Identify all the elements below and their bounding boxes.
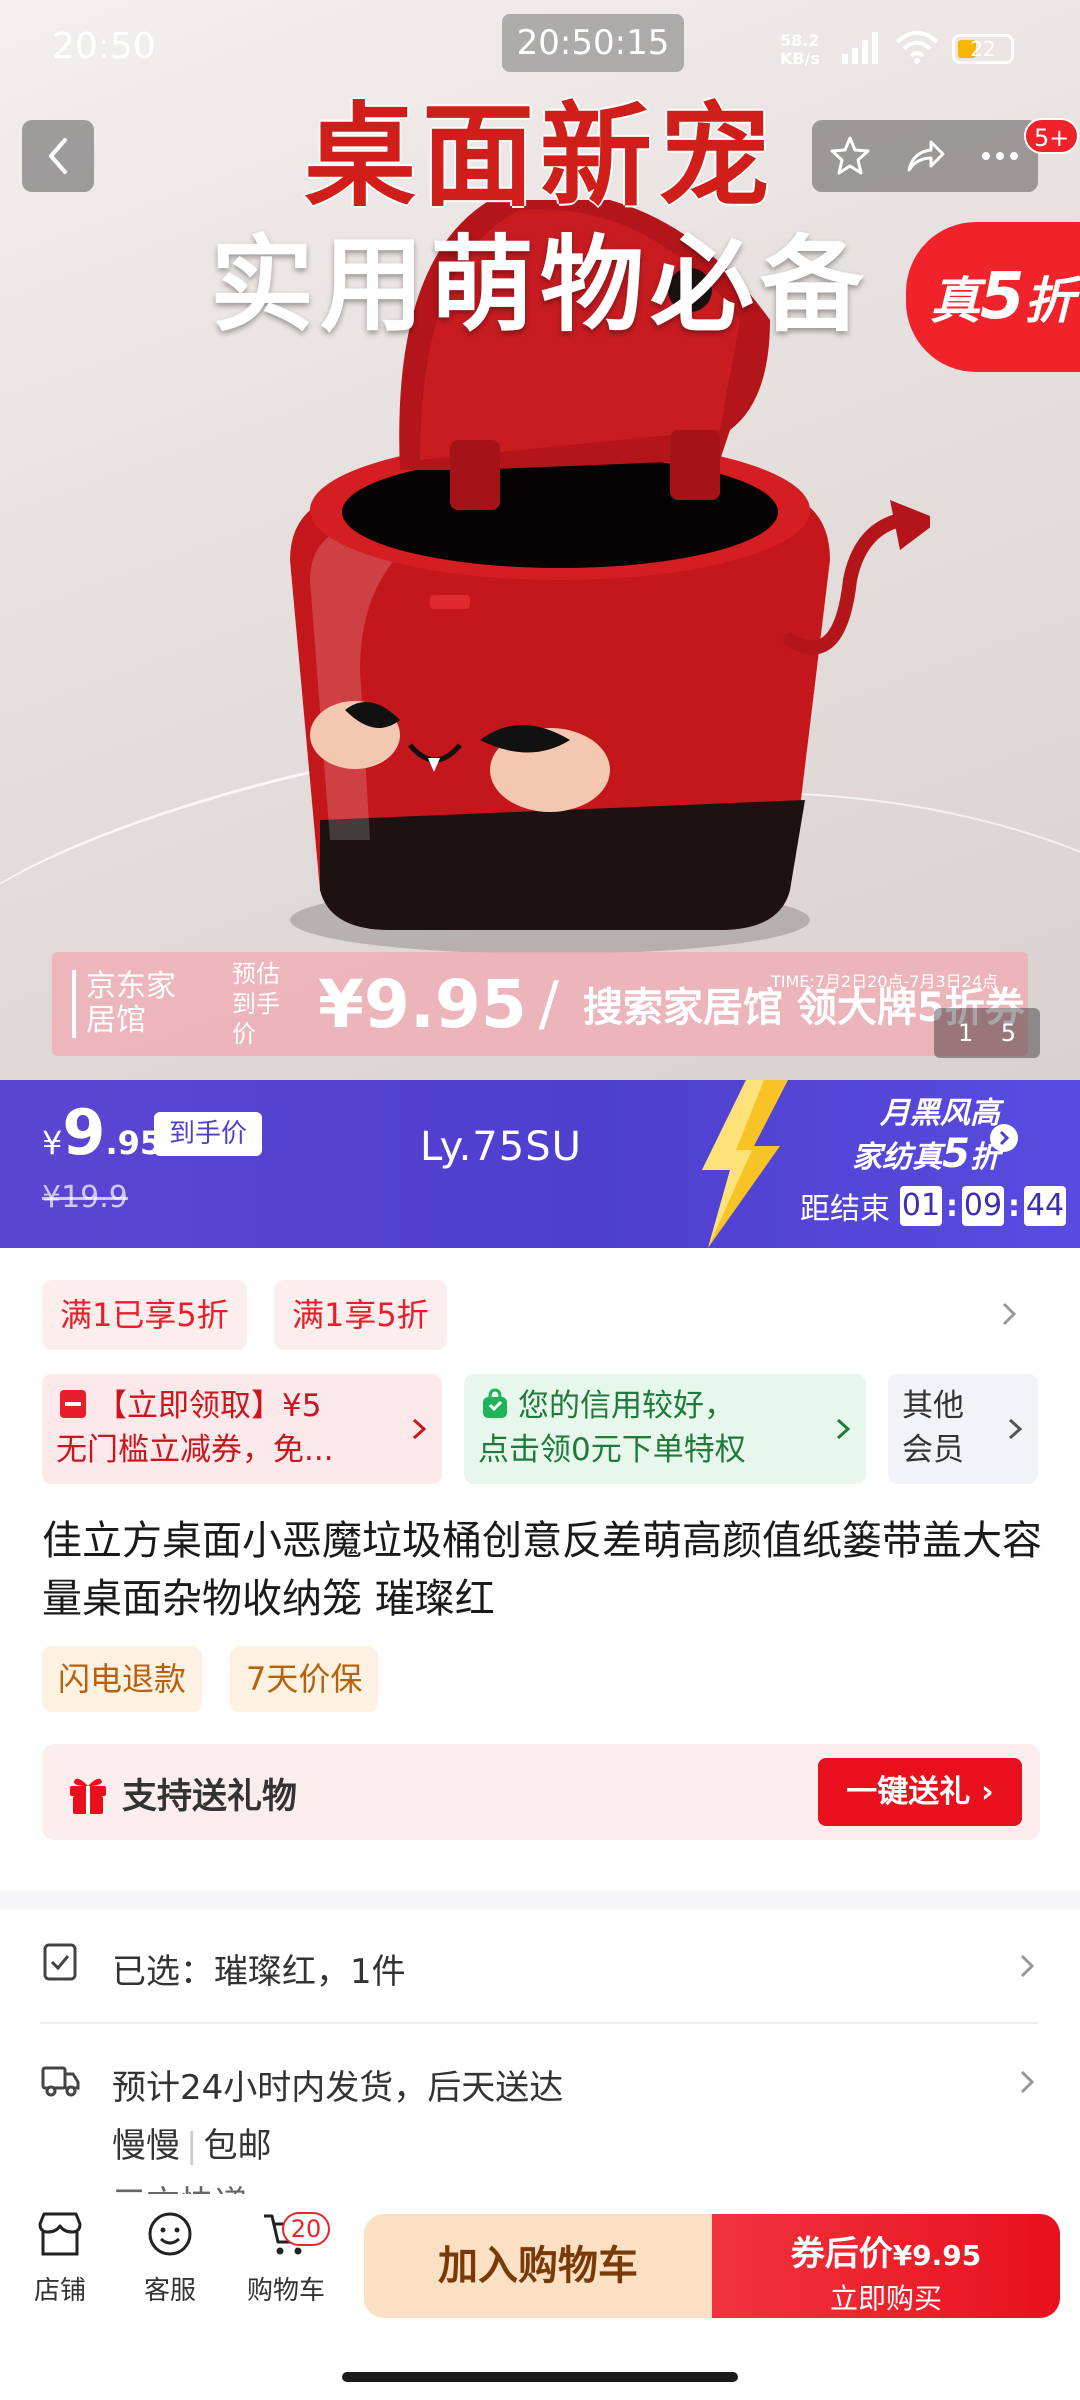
battery-level: 22 bbox=[970, 37, 996, 61]
selected-spec-icon bbox=[43, 1943, 77, 1981]
chevron-left-icon bbox=[49, 138, 67, 174]
banner-time: TIME:7月2日20点-7月3日24点 bbox=[770, 972, 998, 991]
countdown-timer: 距结束 01 : 09 : 44 bbox=[800, 1184, 1068, 1228]
watermark-code: Ly.75SU bbox=[420, 1124, 582, 1170]
bag-icon bbox=[483, 1388, 507, 1418]
service-tag[interactable]: 7天价保 bbox=[230, 1646, 379, 1712]
chevron-right-icon bbox=[412, 1418, 427, 1440]
coupon-icon bbox=[60, 1390, 86, 1418]
back-button[interactable] bbox=[22, 120, 94, 192]
network-speed: 58.2 KB/s bbox=[780, 31, 820, 68]
hero-promo-banner: 京东家居馆 预估到手价 ¥9.95 / 搜索家居馆 领大牌5折券 TIME:7月… bbox=[52, 952, 1028, 1056]
cart-count-badge: 20 bbox=[282, 2212, 330, 2246]
current-price: ¥9.95 bbox=[42, 1096, 163, 1169]
credit-privilege-card[interactable]: 您的信用较好， 点击领0元下单特权 bbox=[464, 1374, 866, 1484]
battery-icon: 22 bbox=[952, 34, 1014, 64]
nav-shop[interactable]: 店铺 bbox=[20, 2210, 100, 2307]
chevron-right-icon[interactable] bbox=[990, 1124, 1018, 1152]
star-icon[interactable] bbox=[828, 134, 872, 178]
add-to-cart-button[interactable]: 加入购物车 bbox=[364, 2214, 712, 2318]
buy-now-button[interactable]: 券后价¥9.95 立即购买 bbox=[712, 2214, 1060, 2318]
delivery-truck-icon bbox=[41, 2066, 80, 2097]
page-current: 1 bbox=[958, 1019, 974, 1047]
countdown-label: 距结束 bbox=[800, 1192, 890, 1227]
coupon-tag[interactable]: 满1享5折 bbox=[274, 1280, 447, 1350]
banner-brand: 京东家居馆 bbox=[72, 970, 192, 1038]
lightning-icon bbox=[702, 1080, 788, 1248]
coupon-tag[interactable]: 满1已享5折 bbox=[42, 1280, 247, 1350]
banner-price: ¥9.95 bbox=[318, 965, 527, 1043]
signal-icon bbox=[842, 32, 878, 64]
banner-slash: / bbox=[538, 969, 559, 1039]
shipping-estimate[interactable]: 预计24小时内发货，后天送达 bbox=[112, 2060, 563, 2109]
chevron-right-icon bbox=[1008, 1418, 1023, 1440]
flash-sale-title[interactable]: 月黑风高 家纺真5折 bbox=[800, 1094, 1000, 1178]
chevron-right-icon[interactable] bbox=[994, 1296, 1024, 1332]
divider bbox=[40, 2022, 1038, 2024]
status-time: 20:50 bbox=[52, 26, 156, 67]
selected-spec[interactable]: 已选：璀璨红，1件 bbox=[112, 1944, 406, 1993]
wifi-icon bbox=[895, 31, 939, 64]
gift-label: 支持送礼物 bbox=[122, 1777, 298, 1817]
clock-overlay: 20:50:15 bbox=[502, 14, 684, 72]
service-tag[interactable]: 闪电退款 bbox=[42, 1646, 203, 1712]
send-gift-button[interactable]: 一键送礼 › bbox=[818, 1758, 1022, 1826]
net-price-tag: 到手价 bbox=[154, 1112, 262, 1156]
original-price: ¥19.9 bbox=[42, 1180, 128, 1215]
shipping-details: 慢慢 | 包邮 bbox=[112, 2126, 272, 2166]
top-action-group bbox=[812, 120, 1038, 192]
image-page-indicator: 1 5 bbox=[934, 1008, 1040, 1058]
countdown-seconds: 44 bbox=[1024, 1186, 1066, 1226]
countdown-minutes: 09 bbox=[962, 1186, 1004, 1226]
discount-tag: 真5折 bbox=[906, 222, 1080, 372]
product-title: 佳立方桌面小恶魔垃圾桶创意反差萌高颜值纸篓带盖大容量桌面杂物收纳笼 璀璨红 bbox=[42, 1518, 1042, 1622]
member-card[interactable]: 其他 会员 bbox=[888, 1374, 1038, 1484]
banner-est-label: 预估到手价 bbox=[232, 960, 280, 1048]
gift-icon bbox=[70, 1778, 106, 1814]
chevron-right-icon[interactable] bbox=[1016, 2066, 1038, 2098]
page-total: 5 bbox=[1000, 1019, 1016, 1047]
countdown-hours: 01 bbox=[900, 1186, 942, 1226]
nav-customer-service[interactable]: 客服 bbox=[130, 2210, 210, 2307]
home-indicator[interactable] bbox=[342, 2372, 738, 2382]
chevron-right-icon[interactable] bbox=[1016, 1950, 1038, 1982]
chat-face-icon bbox=[148, 2212, 192, 2256]
chevron-right-icon bbox=[836, 1418, 851, 1440]
message-badge: 5+ bbox=[1024, 118, 1080, 154]
shop-icon bbox=[38, 2212, 82, 2256]
share-icon[interactable] bbox=[903, 134, 947, 178]
more-icon[interactable] bbox=[978, 134, 1022, 178]
coupon-claim-card[interactable]: 【立即领取】¥5 无门槛立减券，免... bbox=[42, 1374, 442, 1484]
